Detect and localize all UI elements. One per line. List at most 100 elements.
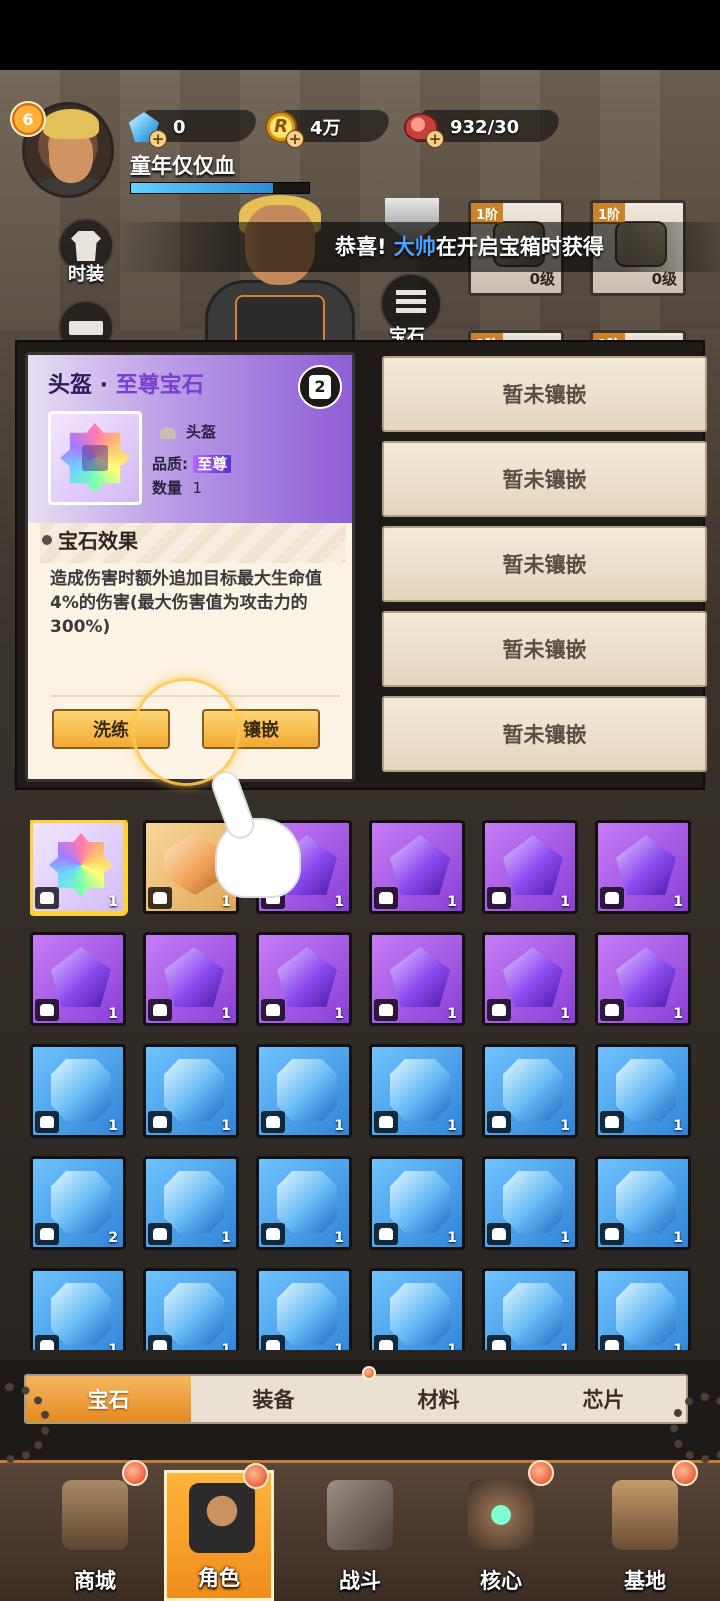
close-icon: 2 bbox=[309, 375, 331, 399]
gem-inventory-cell[interactable]: 1 bbox=[482, 1044, 578, 1138]
tab-chip[interactable]: 芯片 bbox=[521, 1376, 686, 1422]
gem-inventory-cell[interactable]: 1 bbox=[595, 1044, 691, 1138]
nav-base[interactable]: 基地 bbox=[590, 1460, 700, 1601]
gem-inventory-cell[interactable]: 1 bbox=[30, 1268, 126, 1350]
gem-inventory-cell[interactable]: 1 bbox=[482, 932, 578, 1026]
gem-inventory-cell[interactable]: 1 bbox=[143, 1156, 239, 1250]
equipment-type-icon bbox=[148, 999, 172, 1021]
add-diamond-icon[interactable]: + bbox=[149, 130, 167, 148]
gem-inventory-cell[interactable]: 1 bbox=[369, 1044, 465, 1138]
alert-badge bbox=[672, 1460, 698, 1486]
gem-inventory-cell[interactable]: 1 bbox=[482, 820, 578, 914]
tab-material[interactable]: 材料 bbox=[356, 1366, 521, 1422]
gem-count: 1 bbox=[334, 1342, 344, 1350]
shirt-icon bbox=[71, 231, 101, 261]
gem-socket-5[interactable]: 暂未镶嵌 bbox=[382, 696, 707, 772]
gem-inventory-cell[interactable]: 2 bbox=[30, 1156, 126, 1250]
gem-inventory-grid: 111111111111111111211111111111 bbox=[30, 820, 700, 1350]
blue-gem-icon bbox=[390, 1059, 450, 1121]
equipment-type-icon bbox=[600, 1111, 624, 1133]
equipment-type-icon bbox=[148, 1335, 172, 1350]
gem-socket-1[interactable]: 暂未镶嵌 bbox=[382, 356, 707, 432]
gem-count: 1 bbox=[447, 1342, 457, 1350]
purple-gem-icon bbox=[277, 947, 337, 1007]
announce-text: 在开启宝箱时获得 bbox=[435, 235, 604, 259]
gem-quantity-info: 数量 1 bbox=[152, 479, 203, 497]
blue-gem-icon bbox=[390, 1283, 450, 1345]
nav-character[interactable]: 角色 bbox=[164, 1463, 274, 1601]
gem-inventory-cell[interactable]: 1 bbox=[369, 1156, 465, 1250]
gem-inventory-cell[interactable]: 1 bbox=[143, 932, 239, 1026]
nav-label: 核心 bbox=[480, 1569, 522, 1593]
gem-inventory-cell[interactable]: 1 bbox=[30, 1044, 126, 1138]
tier-badge: 1阶 bbox=[471, 203, 504, 224]
gem-inventory-cell[interactable]: 1 bbox=[143, 1044, 239, 1138]
equipment-type-icon bbox=[374, 887, 398, 909]
gem-inventory-cell[interactable]: 1 bbox=[256, 1044, 352, 1138]
gem-inventory-cell[interactable]: 1 bbox=[369, 932, 465, 1026]
resource-diamond[interactable]: + 0 bbox=[125, 108, 186, 148]
gem-inventory-cell[interactable]: 1 bbox=[256, 1156, 352, 1250]
equipment-type-icon bbox=[35, 887, 59, 909]
gem-inventory-cell[interactable]: 1 bbox=[143, 1268, 239, 1350]
gem-count: 1 bbox=[560, 1118, 570, 1134]
purple-gem-icon bbox=[51, 947, 111, 1007]
gem-inventory-cell[interactable]: 1 bbox=[595, 820, 691, 914]
equipment-type-icon bbox=[374, 999, 398, 1021]
gem-inventory-cell[interactable]: 1 bbox=[369, 1268, 465, 1350]
gem-inventory-cell[interactable]: 1 bbox=[482, 1268, 578, 1350]
effect-dot-icon bbox=[40, 533, 54, 547]
purple-gem-icon bbox=[390, 947, 450, 1007]
gem-inventory-cell[interactable]: 1 bbox=[256, 932, 352, 1026]
resource-coin[interactable]: R + 4万 bbox=[262, 108, 341, 148]
fashion-button[interactable]: 时装 bbox=[56, 218, 116, 286]
gem-inventory-cell[interactable]: 1 bbox=[256, 1268, 352, 1350]
gem-count: 1 bbox=[334, 1006, 344, 1022]
gem-socket-2[interactable]: 暂未镶嵌 bbox=[382, 441, 707, 517]
nav-battle[interactable]: 战斗 bbox=[305, 1470, 415, 1601]
nav-core[interactable]: 核心 bbox=[446, 1460, 556, 1601]
gem-socket-3[interactable]: 暂未镶嵌 bbox=[382, 526, 707, 602]
gem-inventory-cell[interactable]: 1 bbox=[595, 1156, 691, 1250]
gem-count: 1 bbox=[560, 1342, 570, 1350]
purple-gem-icon bbox=[503, 947, 563, 1007]
stamina-value: 932/30 bbox=[450, 116, 520, 138]
gem-count: 1 bbox=[560, 1230, 570, 1246]
resource-stamina[interactable]: + 932/30 bbox=[402, 108, 520, 148]
gem-count: 1 bbox=[108, 1006, 118, 1022]
equipment-type-icon bbox=[35, 1111, 59, 1133]
tab-equipment[interactable]: 装备 bbox=[191, 1376, 356, 1422]
alert-badge bbox=[528, 1460, 554, 1486]
gem-inventory-cell[interactable]: 1 bbox=[369, 820, 465, 914]
alert-badge bbox=[243, 1463, 269, 1489]
gem-inventory-cell[interactable]: 1 bbox=[482, 1156, 578, 1250]
purple-gem-icon bbox=[503, 835, 563, 895]
gem-count: 1 bbox=[221, 1342, 231, 1350]
close-button[interactable]: 2 bbox=[298, 365, 342, 409]
status-bar bbox=[0, 0, 720, 70]
gem-preview bbox=[48, 411, 142, 505]
gun-icon bbox=[69, 321, 103, 335]
gem-inventory-cell[interactable]: 1 bbox=[30, 932, 126, 1026]
gem-inventory-cell[interactable]: 1 bbox=[30, 820, 126, 914]
gem-count: 1 bbox=[673, 894, 683, 910]
add-stamina-icon[interactable]: + bbox=[426, 130, 444, 148]
gem-count: 1 bbox=[673, 1118, 683, 1134]
equipment-type-icon bbox=[600, 887, 624, 909]
equipment-type-icon bbox=[487, 887, 511, 909]
gem-inventory-cell[interactable]: 1 bbox=[595, 932, 691, 1026]
gem-inventory-cell[interactable]: 1 bbox=[595, 1268, 691, 1350]
nav-label: 基地 bbox=[624, 1569, 666, 1593]
gem-count: 1 bbox=[221, 1006, 231, 1022]
gem-count: 1 bbox=[673, 1230, 683, 1246]
gem-count: 1 bbox=[108, 1342, 118, 1350]
equipment-type-icon bbox=[374, 1335, 398, 1350]
gem-socket-4[interactable]: 暂未镶嵌 bbox=[382, 611, 707, 687]
gem-count: 1 bbox=[334, 1118, 344, 1134]
player-level-badge: 6 bbox=[10, 101, 46, 137]
add-coin-icon[interactable]: + bbox=[286, 130, 304, 148]
nav-shop[interactable]: 商城 bbox=[40, 1460, 150, 1601]
blue-gem-icon bbox=[277, 1171, 337, 1233]
equipment-type-icon bbox=[600, 1335, 624, 1350]
tab-gem[interactable]: 宝石 bbox=[26, 1376, 191, 1422]
